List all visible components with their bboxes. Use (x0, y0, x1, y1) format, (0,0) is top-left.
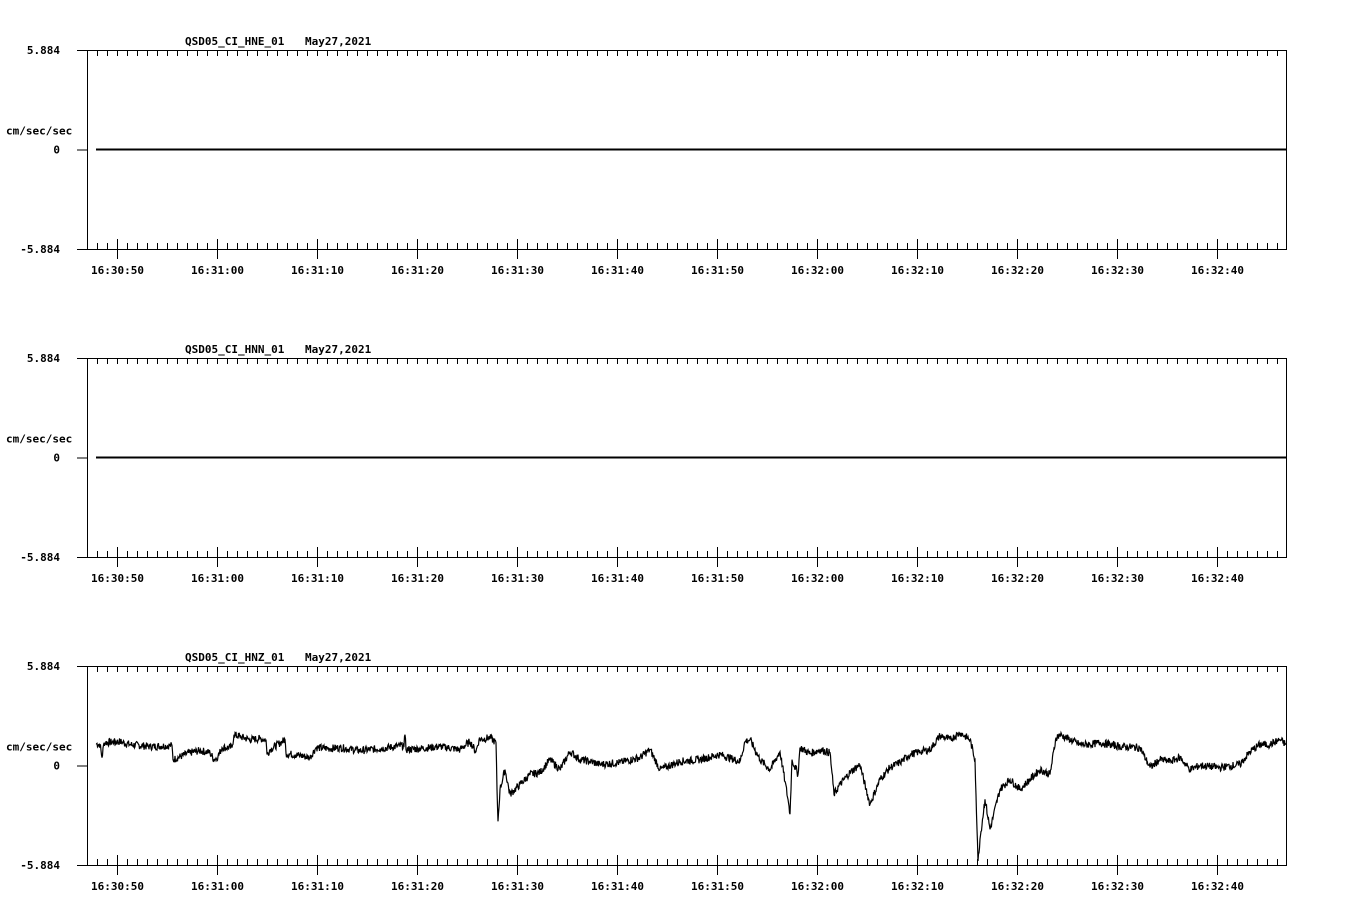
panel-date: May27,2021 (305, 343, 372, 356)
x-tick-label: 16:32:40 (1191, 880, 1244, 893)
x-tick-label: 16:31:10 (291, 264, 344, 277)
panel-title: QSD05_CI_HNZ_01 (185, 651, 285, 664)
x-tick-label: 16:31:50 (691, 264, 744, 277)
x-tick-label: 16:32:30 (1091, 880, 1144, 893)
x-tick-label: 16:30:50 (91, 880, 144, 893)
x-tick-label: 16:31:40 (591, 264, 644, 277)
y-tick-label: -5.884 (20, 551, 60, 564)
x-tick-label: 16:30:50 (91, 264, 144, 277)
y-tick-label: -5.884 (20, 243, 60, 256)
y-axis-label: cm/sec/sec (6, 741, 72, 754)
x-tick-label: 16:32:00 (791, 572, 844, 585)
x-tick-label: 16:32:40 (1191, 572, 1244, 585)
x-tick-label: 16:31:00 (191, 880, 244, 893)
x-tick-label: 16:31:30 (491, 572, 544, 585)
x-tick-label: 16:31:20 (391, 264, 444, 277)
panel-title: QSD05_CI_HNN_01 (185, 343, 285, 356)
plot-frame (87, 666, 1287, 866)
y-tick-label: 0 (53, 760, 60, 773)
x-tick-label: 16:32:40 (1191, 264, 1244, 277)
x-tick-label: 16:31:10 (291, 572, 344, 585)
y-tick-label: -5.884 (20, 859, 60, 872)
x-tick-label: 16:31:20 (391, 572, 444, 585)
panel-title: QSD05_CI_HNE_01 (185, 35, 285, 48)
x-tick-label: 16:30:50 (91, 572, 144, 585)
x-tick-label: 16:31:40 (591, 880, 644, 893)
x-tick-label: 16:32:10 (891, 880, 944, 893)
panel-date: May27,2021 (305, 35, 372, 48)
y-tick-label: 0 (53, 144, 60, 157)
x-tick-label: 16:31:10 (291, 880, 344, 893)
trace-hnz (95, 730, 1287, 862)
x-tick-label: 16:31:30 (491, 880, 544, 893)
x-tick-label: 16:31:50 (691, 880, 744, 893)
x-tick-label: 16:31:40 (591, 572, 644, 585)
seismogram-panel-hnn: QSD05_CI_HNN_01 May27,2021 5.884 0 -5.884 cm/… (6, 343, 1287, 585)
x-tick-label: 16:32:20 (991, 880, 1044, 893)
y-tick-label: 5.884 (27, 660, 60, 673)
x-tick-label: 16:31:20 (391, 880, 444, 893)
y-tick-label: 5.884 (27, 352, 60, 365)
seismogram-panel-hne: QSD05_CI_HNE_01 May27,2021 5.884 0 -5.884 cm/… (6, 35, 1287, 277)
x-tick-label: 16:32:10 (891, 572, 944, 585)
x-tick-label: 16:32:00 (791, 264, 844, 277)
x-tick-label: 16:32:00 (791, 880, 844, 893)
x-tick-label: 16:32:20 (991, 264, 1044, 277)
y-axis-label: cm/sec/sec (6, 125, 72, 138)
x-tick-label: 16:32:20 (991, 572, 1044, 585)
x-tick-label: 16:31:00 (191, 264, 244, 277)
x-tick-label: 16:32:10 (891, 264, 944, 277)
y-tick-label: 0 (53, 452, 60, 465)
x-tick-label: 16:32:30 (1091, 264, 1144, 277)
x-tick-label: 16:31:00 (191, 572, 244, 585)
x-tick-label: 16:32:30 (1091, 572, 1144, 585)
x-tick-label: 16:31:30 (491, 264, 544, 277)
y-axis-label: cm/sec/sec (6, 433, 72, 446)
x-tick-label: 16:31:50 (691, 572, 744, 585)
panel-date: May27,2021 (305, 651, 372, 664)
seismogram-panel-hnz: QSD05_CI_HNZ_01 May27,2021 5.884 0 -5.884 cm/… (6, 651, 1287, 893)
seismogram-figure: QSD05_CI_HNE_01 May27,2021 5.884 0 -5.884 cm/… (6, 35, 1287, 893)
y-tick-label: 5.884 (27, 44, 60, 57)
